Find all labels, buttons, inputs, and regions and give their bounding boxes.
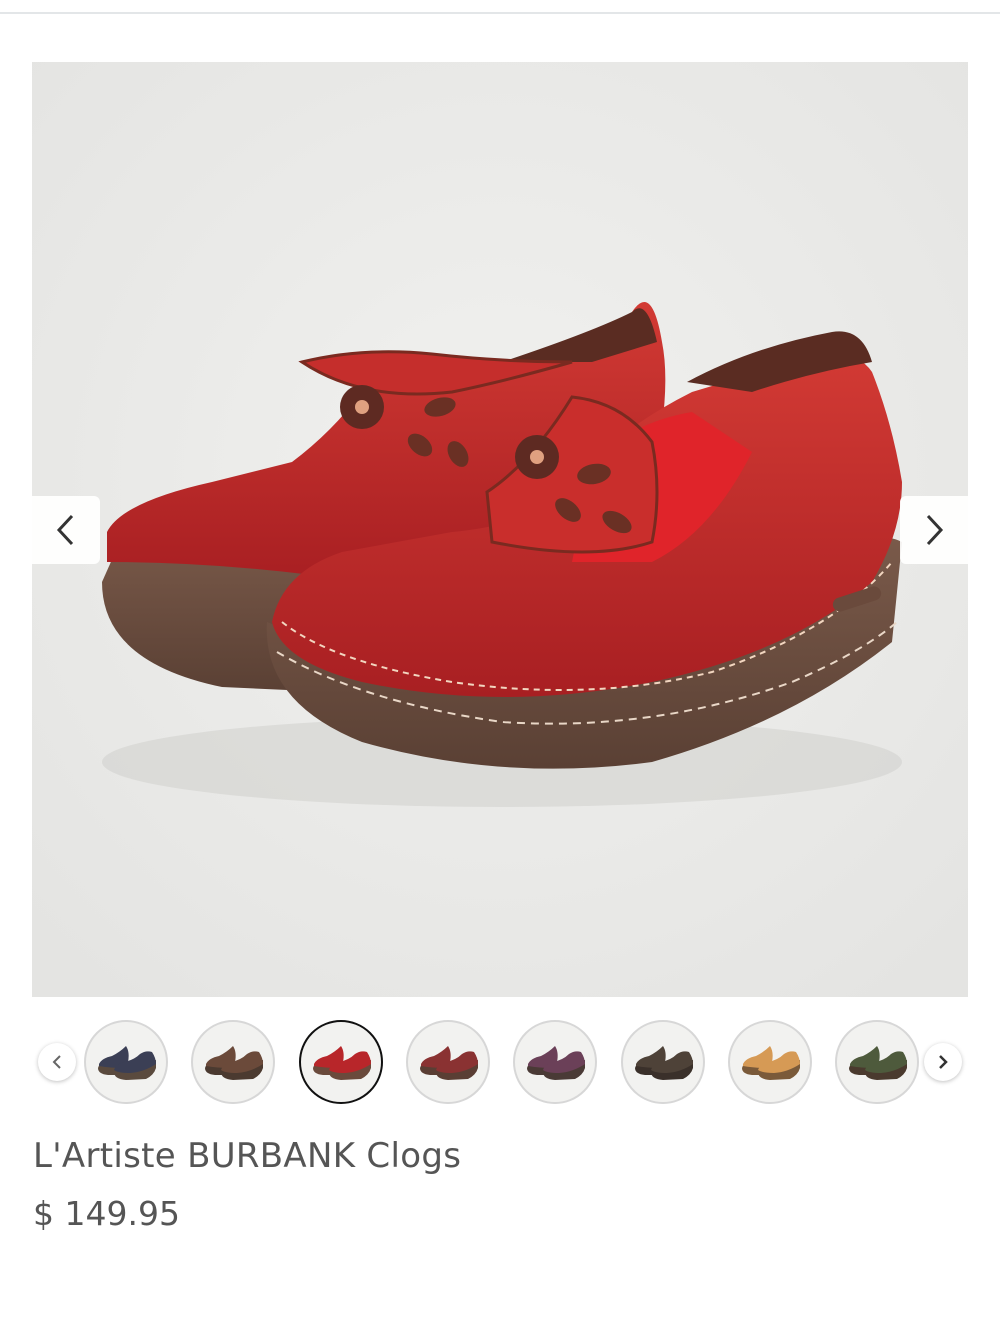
color-swatch-dark-brown[interactable]	[620, 1020, 705, 1104]
clog-thumbnail	[419, 1046, 478, 1080]
gallery-next-button[interactable]	[900, 496, 968, 564]
swatch-prev-button[interactable]	[38, 1043, 76, 1081]
clog-thumbnail	[634, 1046, 693, 1080]
clog-thumbnail	[849, 1046, 908, 1080]
product-image[interactable]	[32, 62, 968, 997]
product-price: $ 149.95	[33, 1194, 180, 1233]
color-swatch-carousel	[0, 1018, 1000, 1108]
color-swatch-brown[interactable]	[191, 1020, 276, 1104]
clog-thumbnail	[741, 1046, 800, 1080]
clog-thumbnail	[98, 1046, 156, 1080]
gallery-prev-button[interactable]	[32, 496, 100, 564]
chevron-right-icon	[939, 1055, 948, 1069]
color-swatch-plum[interactable]	[513, 1020, 598, 1104]
color-swatch-red[interactable]	[298, 1020, 383, 1104]
clogs-illustration	[32, 62, 968, 997]
chevron-left-icon	[56, 514, 74, 546]
top-divider	[0, 12, 1000, 14]
clog-thumbnail	[527, 1046, 586, 1080]
product-title: L'Artiste BURBANK Clogs	[33, 1136, 462, 1176]
swatch-next-button[interactable]	[924, 1043, 962, 1081]
color-swatch-olive[interactable]	[835, 1020, 920, 1104]
clog-thumbnail	[312, 1046, 371, 1080]
chevron-left-icon	[52, 1055, 61, 1069]
color-swatch-navy[interactable]	[84, 1020, 168, 1104]
clog-thumbnail	[205, 1046, 264, 1080]
chevron-right-icon	[926, 514, 944, 546]
color-swatch-camel[interactable]	[727, 1020, 812, 1104]
color-swatch-bordeaux[interactable]	[405, 1020, 490, 1104]
